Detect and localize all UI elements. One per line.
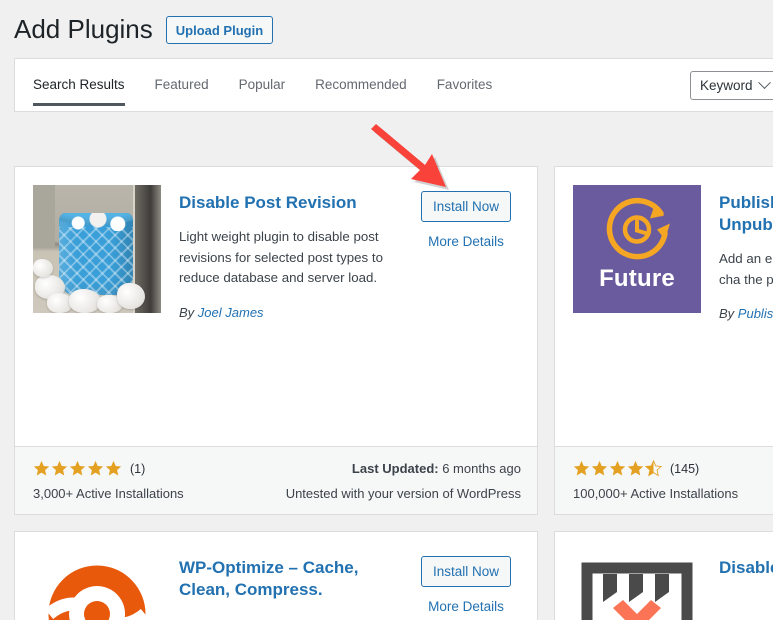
- plugin-author-prefix: By: [719, 306, 735, 322]
- add-plugins-screen: Add Plugins Upload Plugin Search Results…: [0, 0, 773, 620]
- plugin-card-main: Future Publish Automatic Unpublish Posts…: [555, 167, 773, 448]
- star-rating-icons: [573, 460, 662, 477]
- plugin-name-link[interactable]: Disable Post Revision: [179, 192, 401, 214]
- plugin-card: Disable WordP WooCo Install Now More Det…: [554, 531, 773, 620]
- plugin-card: WP-Optimize – Cache, Clean, Compress. In…: [14, 531, 538, 620]
- plugin-footer-left: (145) 100,000+ Active Installations: [573, 459, 773, 514]
- page-header: Add Plugins Upload Plugin: [14, 10, 274, 50]
- plugin-card-body: Publish Automatic Unpublish Posts Add an…: [719, 192, 773, 321]
- more-details-link[interactable]: More Details: [411, 599, 521, 614]
- plugin-author: By Joel James: [179, 305, 401, 320]
- chevron-down-icon: [757, 76, 771, 90]
- active-installations: 3,000+ Active Installations: [33, 486, 184, 501]
- plugin-author-name[interactable]: Publis: [738, 306, 773, 321]
- plugin-card-footer: (1) 3,000+ Active Installations Last Upd…: [15, 446, 537, 514]
- plugin-icon-woocommerce-arrow-logo: [573, 550, 701, 620]
- star-icon-full: [87, 460, 104, 477]
- star-icon-full: [573, 460, 590, 477]
- plugin-card-main: Disable WordP WooCo Install Now More Det…: [555, 532, 773, 620]
- star-icon-full: [69, 460, 86, 477]
- plugin-description: Light weight plugin to disable post revi…: [179, 229, 383, 286]
- plugin-card-footer: (145) 100,000+ Active Installations Last…: [555, 446, 773, 514]
- clock-arrow-icon: [591, 190, 683, 273]
- plugin-name-link[interactable]: WP-Optimize – Cache, Clean, Compress.: [179, 557, 401, 601]
- star-icon-full: [609, 460, 626, 477]
- compatibility-note: Untested with your version of WordPress: [285, 486, 521, 501]
- plugin-icon-future-clock-logo: Future: [573, 185, 701, 313]
- tab-featured[interactable]: Featured: [155, 77, 209, 106]
- plugin-card: Future Publish Automatic Unpublish Posts…: [554, 166, 773, 515]
- plugin-card: Disable Post Revision Light weight plugi…: [14, 166, 538, 515]
- last-updated-label: Last Updated:: [351, 461, 439, 476]
- plugin-card-actions: Install Now More Details: [411, 556, 521, 614]
- rating-count: (1): [130, 461, 146, 476]
- plugin-card-main: WP-Optimize – Cache, Clean, Compress. In…: [15, 532, 537, 620]
- more-details-link[interactable]: More Details: [411, 234, 521, 249]
- rating-count: (145): [670, 461, 700, 476]
- install-now-button[interactable]: Install Now: [420, 556, 512, 587]
- plugin-icon-wp-optimize-eye-logo: [33, 550, 161, 620]
- star-icon-full: [591, 460, 608, 477]
- star-icon-full: [33, 460, 50, 477]
- search-type-value: Keyword: [700, 78, 753, 93]
- plugin-footer-right: Last Updated: 6 months ago Untested with…: [286, 459, 521, 514]
- last-updated: Last Updated: 6 months ago: [286, 459, 521, 478]
- plugin-card-actions: Install Now More Details: [411, 191, 521, 249]
- plugin-author-name[interactable]: Joel James: [198, 305, 264, 320]
- plugin-tabs-bar: Search Results Featured Popular Recommen…: [14, 58, 773, 112]
- install-now-button[interactable]: Install Now: [420, 191, 512, 222]
- last-updated-value: 6 months ago: [442, 461, 521, 476]
- plugin-rating: (145): [573, 459, 773, 478]
- star-rating-icons: [33, 460, 122, 477]
- plugin-card-main: Disable Post Revision Light weight plugi…: [15, 167, 537, 448]
- plugin-tabs-row: Search Results Featured Popular Recommen…: [15, 59, 773, 111]
- page-title: Add Plugins: [14, 14, 153, 45]
- plugin-name-link[interactable]: Publish Automatic Unpublish Posts: [719, 192, 773, 236]
- plugin-rating: (1): [33, 459, 286, 478]
- active-installations: 100,000+ Active Installations: [573, 486, 739, 501]
- star-icon-full: [51, 460, 68, 477]
- search-type-dropdown[interactable]: Keyword: [690, 71, 773, 100]
- tab-favorites[interactable]: Favorites: [437, 77, 493, 106]
- plugin-card-body: Disable WordP WooCo: [719, 557, 773, 579]
- tab-recommended[interactable]: Recommended: [315, 77, 407, 106]
- plugin-name-link[interactable]: Disable WordP WooCo: [719, 557, 773, 579]
- star-icon-full: [105, 460, 122, 477]
- plugin-footer-left: (1) 3,000+ Active Installations: [33, 459, 286, 514]
- tab-search-results[interactable]: Search Results: [33, 77, 125, 106]
- plugin-icon-trash-bin-photo: [33, 185, 161, 313]
- tab-popular[interactable]: Popular: [239, 77, 286, 106]
- plugin-author-prefix: By: [179, 304, 195, 320]
- plugin-description: Add an e When you unpublish post, cha th…: [719, 251, 773, 287]
- star-icon-full: [627, 460, 644, 477]
- star-icon-half: [645, 460, 662, 477]
- plugin-icon-label: Future: [599, 265, 675, 292]
- upload-plugin-button[interactable]: Upload Plugin: [165, 16, 274, 44]
- plugin-author: By Publis: [719, 306, 773, 321]
